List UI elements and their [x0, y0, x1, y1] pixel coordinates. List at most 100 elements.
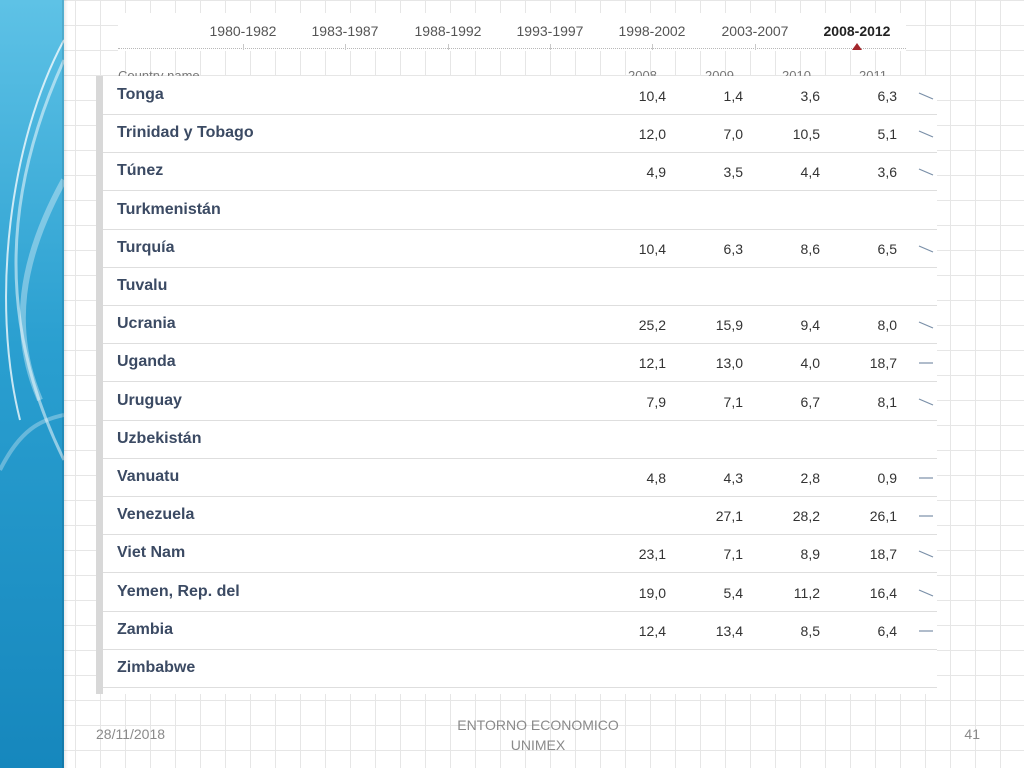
- value-cell: 4,8: [646, 470, 666, 486]
- period-tab-1993-1997[interactable]: 1993-1997: [499, 23, 601, 50]
- footer-title-line1: ENTORNO ECONOMICO: [457, 717, 619, 733]
- country-name[interactable]: Turkmenistán: [117, 201, 221, 219]
- table-row[interactable]: Uzbekistán: [103, 420, 937, 459]
- country-name[interactable]: Turquía: [117, 239, 174, 257]
- country-name[interactable]: Vanuatu: [117, 468, 179, 486]
- value-cell: 16,4: [869, 584, 897, 601]
- period-tab-1998-2002[interactable]: 1998-2002: [601, 23, 703, 50]
- table-row[interactable]: Trinidad y Tobago 12,0 7,0 10,5 5,1: [103, 114, 937, 154]
- value-cell: 6,3: [877, 88, 897, 104]
- value-cell: 4,3: [723, 470, 743, 486]
- value-cell: 7,1: [723, 546, 743, 563]
- country-name[interactable]: Viet Nam: [117, 544, 185, 562]
- page-number: 41: [964, 726, 980, 742]
- data-table: Tonga 10,4 1,4 3,6 6,3 Trinidad y Tobago 12,0 7…: [96, 76, 937, 694]
- country-name[interactable]: Uruguay: [117, 392, 182, 410]
- value-cell: 27,1: [715, 508, 743, 525]
- period-tab-2008-2012[interactable]: 2008-2012: [806, 23, 908, 50]
- value-cell: 5,1: [877, 126, 897, 143]
- value-cell: 12,1: [638, 355, 666, 372]
- value-cell: 4,4: [800, 164, 820, 181]
- value-cell: 28,2: [792, 508, 820, 525]
- value-cell: 7,9: [646, 393, 666, 410]
- table-row[interactable]: Túnez 4,9 3,5 4,4 3,6: [103, 152, 937, 192]
- value-cell: 15,9: [715, 317, 743, 334]
- value-cell: 10,5: [792, 126, 820, 143]
- value-cell: 6,3: [723, 240, 743, 257]
- country-name[interactable]: Uganda: [117, 353, 176, 371]
- decorative-side-band: [0, 0, 64, 768]
- value-cell: 0,9: [877, 470, 897, 486]
- country-name[interactable]: Yemen, Rep. del: [117, 583, 240, 601]
- trend-sparkline-icon: [918, 130, 934, 138]
- value-cell: 4,0: [800, 355, 820, 372]
- value-cell: 6,4: [877, 622, 897, 639]
- country-name[interactable]: Zambia: [117, 621, 173, 639]
- timeline-dotted-line: [118, 48, 906, 49]
- trend-sparkline-icon: [919, 630, 933, 632]
- value-cell: 10,4: [638, 88, 666, 104]
- country-name[interactable]: Ucrania: [117, 315, 176, 333]
- value-cell: 1,4: [723, 88, 743, 104]
- table-row[interactable]: Zambia 12,4 13,4 8,5 6,4: [103, 611, 937, 650]
- country-name[interactable]: Uzbekistán: [117, 430, 201, 448]
- value-cell: 10,4: [638, 240, 666, 257]
- table-row[interactable]: Zimbabwe: [103, 649, 937, 688]
- trend-sparkline-icon: [918, 168, 934, 176]
- value-cell: 18,7: [869, 355, 897, 372]
- table-row[interactable]: Viet Nam 23,1 7,1 8,9 18,7: [103, 534, 937, 574]
- value-cell: 8,0: [877, 317, 897, 334]
- active-period-caret: [852, 43, 862, 50]
- value-cell: 6,7: [800, 393, 820, 410]
- value-cell: 6,5: [877, 240, 897, 257]
- table-row[interactable]: Uganda 12,1 13,0 4,0 18,7: [103, 343, 937, 383]
- value-cell: 12,4: [638, 622, 666, 639]
- value-cell: 9,4: [800, 317, 820, 334]
- value-cell: 11,2: [793, 584, 820, 601]
- period-tab-1980-1982[interactable]: 1980-1982: [192, 23, 294, 50]
- footer-title: ENTORNO ECONOMICO UNIMEX: [440, 715, 636, 755]
- table-row[interactable]: Tonga 10,4 1,4 3,6 6,3: [103, 76, 937, 115]
- value-cell: 3,5: [723, 164, 743, 181]
- trend-sparkline-icon: [919, 515, 933, 517]
- table-row[interactable]: Tuvalu: [103, 267, 937, 306]
- table-row[interactable]: Turquía 10,4 6,3 8,6 6,5: [103, 229, 937, 268]
- trend-sparkline-icon: [918, 550, 934, 558]
- trend-sparkline-icon: [918, 92, 934, 100]
- value-cell: 26,1: [869, 508, 897, 525]
- period-tab-1988-1992[interactable]: 1988-1992: [397, 23, 499, 50]
- value-cell: 7,1: [723, 393, 743, 410]
- value-cell: 13,4: [715, 622, 743, 639]
- value-cell: 18,7: [869, 546, 897, 563]
- footer-title-line2: UNIMEX: [510, 737, 566, 753]
- country-name[interactable]: Túnez: [117, 162, 163, 180]
- footer-date: 28/11/2018: [96, 726, 166, 742]
- value-cell: 8,1: [877, 393, 897, 410]
- value-cell: 3,6: [877, 164, 897, 181]
- value-cell: 4,9: [646, 164, 666, 181]
- table-row[interactable]: Vanuatu 4,8 4,3 2,8 0,9: [103, 458, 937, 497]
- country-name[interactable]: Trinidad y Tobago: [117, 124, 254, 142]
- band-shadow: [62, 0, 68, 768]
- value-cell: 13,0: [715, 355, 743, 372]
- country-name[interactable]: Zimbabwe: [117, 659, 195, 677]
- value-cell: 7,0: [723, 126, 743, 143]
- table-row[interactable]: Ucrania 25,2 15,9 9,4 8,0: [103, 305, 937, 345]
- table-row[interactable]: Turkmenistán: [103, 191, 937, 230]
- value-cell: 8,9: [800, 546, 820, 563]
- country-name[interactable]: Tonga: [117, 86, 164, 104]
- table-row[interactable]: Uruguay 7,9 7,1 6,7 8,1: [103, 382, 937, 421]
- trend-sparkline-icon: [919, 477, 933, 479]
- period-tab-1983-1987[interactable]: 1983-1987: [294, 23, 396, 50]
- value-cell: 5,4: [723, 584, 743, 601]
- value-cell: 19,0: [638, 584, 666, 601]
- period-tab-2003-2007[interactable]: 2003-2007: [704, 23, 806, 50]
- country-name[interactable]: Venezuela: [117, 506, 194, 524]
- table-row[interactable]: Venezuela 27,1 28,2 26,1: [103, 496, 937, 536]
- trend-sparkline-icon: [918, 245, 934, 253]
- period-tab-strip: 1980-1982 1983-1987 1988-1992 1993-1997 …: [118, 13, 906, 51]
- country-name[interactable]: Tuvalu: [117, 277, 167, 295]
- table-row[interactable]: Yemen, Rep. del 19,0 5,4 11,2 16,4: [103, 573, 937, 612]
- value-cell: 25,2: [638, 317, 666, 334]
- trend-sparkline-icon: [918, 398, 934, 406]
